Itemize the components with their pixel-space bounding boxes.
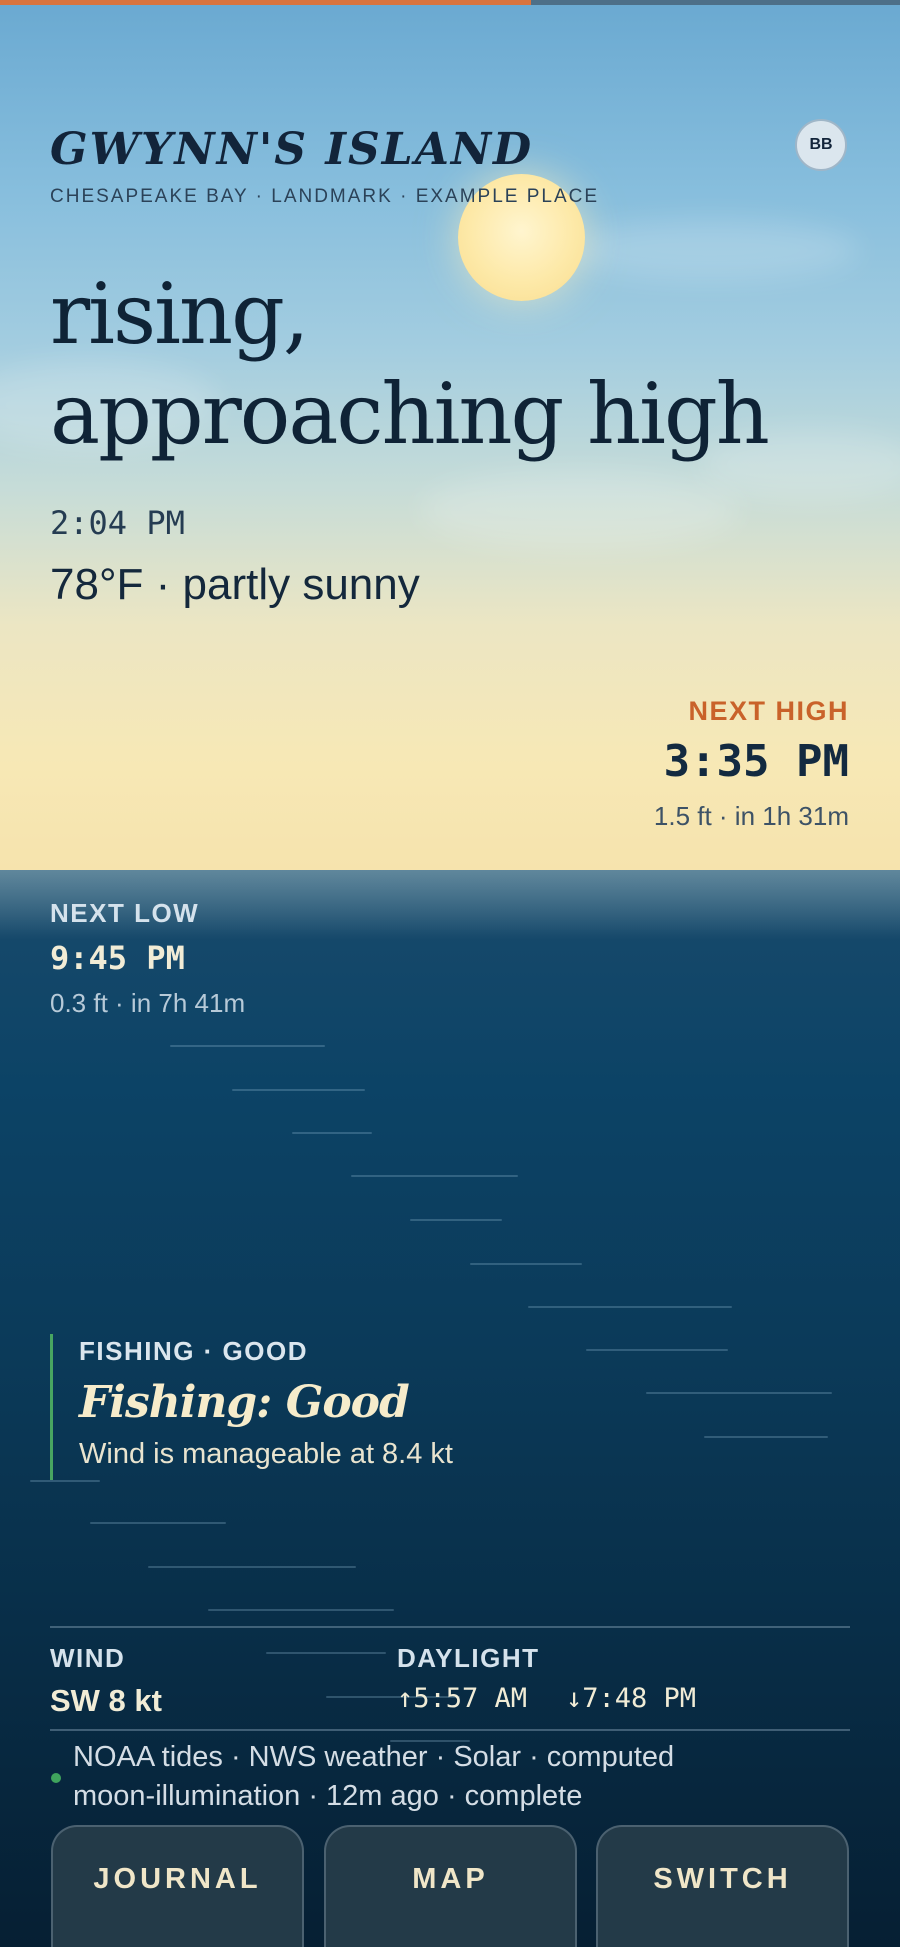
tide-state-headline: rising, approaching high bbox=[50, 264, 770, 464]
sunset-time: ↓7:48 PM bbox=[566, 1683, 697, 1714]
map-button[interactable]: MAP bbox=[324, 1825, 577, 1947]
data-sources-status: NOAA tides · NWS weather · Solar · compu… bbox=[73, 1738, 863, 1816]
status-line-2: moon-illumination · 12m ago · complete bbox=[73, 1780, 583, 1812]
location-title: GWYNN'S ISLAND bbox=[50, 124, 534, 175]
wind-label: WIND bbox=[50, 1643, 126, 1673]
next-low-time: 9:45 PM bbox=[50, 939, 185, 977]
avatar[interactable]: BB bbox=[795, 119, 847, 171]
daylight-label: DAYLIGHT bbox=[397, 1643, 540, 1673]
stats-top-divider bbox=[50, 1626, 850, 1628]
next-high-time: 3:35 PM bbox=[663, 736, 849, 787]
tide-progress-bar bbox=[0, 0, 900, 5]
wind-value: SW 8 kt bbox=[50, 1683, 162, 1718]
fishing-label: FISHING · GOOD bbox=[79, 1336, 308, 1366]
fishing-title: Fishing: Good bbox=[79, 1377, 410, 1428]
sunrise-time: ↑5:57 AM bbox=[397, 1683, 528, 1714]
headline-line-2: approaching high bbox=[50, 365, 770, 463]
current-weather: 78°F · partly sunny bbox=[50, 560, 420, 609]
next-low-detail: 0.3 ft · in 7h 41m bbox=[50, 988, 246, 1018]
stats-bottom-divider bbox=[50, 1729, 850, 1731]
tide-progress-fill bbox=[0, 0, 531, 5]
headline-line-1: rising, bbox=[50, 265, 310, 363]
status-line-1: NOAA tides · NWS weather · Solar · compu… bbox=[73, 1741, 675, 1773]
location-subtitle: CHESAPEAKE BAY · LANDMARK · EXAMPLE PLAC… bbox=[50, 186, 600, 207]
switch-button[interactable]: SWITCH bbox=[596, 1825, 849, 1947]
fishing-description: Wind is manageable at 8.4 kt bbox=[79, 1438, 453, 1470]
current-time: 2:04 PM bbox=[50, 504, 185, 542]
status-dot-icon bbox=[51, 1773, 61, 1783]
next-high-label: NEXT HIGH bbox=[688, 696, 849, 726]
next-low-label: NEXT LOW bbox=[50, 898, 200, 928]
fishing-card[interactable]: FISHING · GOOD Fishing: Good Wind is man… bbox=[50, 1334, 453, 1480]
journal-button[interactable]: JOURNAL bbox=[51, 1825, 304, 1947]
next-high-detail: 1.5 ft · in 1h 31m bbox=[653, 801, 849, 831]
